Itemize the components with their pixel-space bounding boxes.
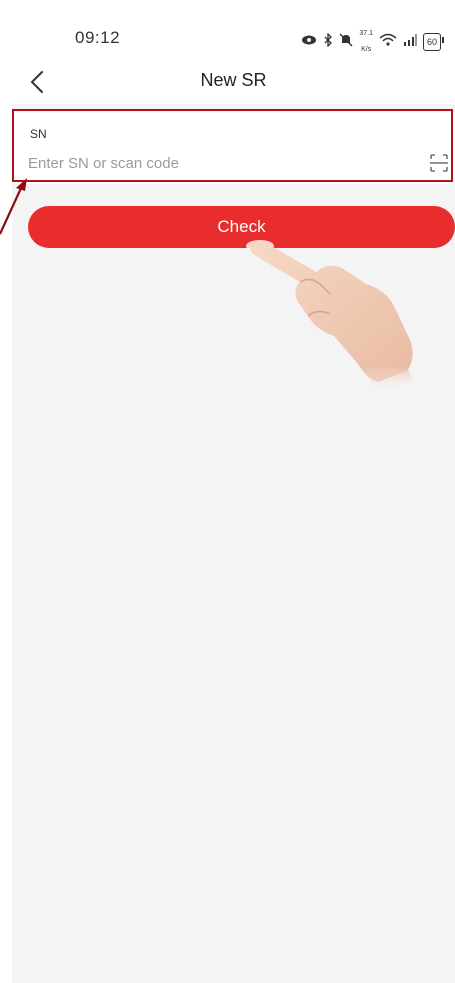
bluetooth-icon bbox=[323, 32, 333, 51]
mute-icon bbox=[339, 33, 353, 51]
wifi-icon bbox=[379, 33, 397, 51]
nav-bar: New SR bbox=[12, 58, 455, 104]
app-screen: 09:12 37.1 K/s 60 New SR SN Enter SN or … bbox=[12, 0, 455, 983]
page: 09:12 37.1 K/s 60 New SR SN Enter SN or … bbox=[0, 0, 455, 983]
check-button[interactable]: Check bbox=[28, 206, 455, 248]
status-time: 09:12 bbox=[75, 28, 121, 47]
status-icons: 37.1 K/s 60 bbox=[301, 26, 445, 58]
network-speed-unit: K/s bbox=[361, 46, 372, 53]
network-speed-value: 37.1 bbox=[359, 30, 373, 37]
signal-icon bbox=[403, 34, 417, 50]
battery-level: 60 bbox=[426, 37, 437, 47]
sn-field-label: SN bbox=[30, 127, 47, 141]
sn-input[interactable] bbox=[28, 150, 398, 176]
page-title: New SR bbox=[200, 70, 267, 90]
sn-field-card: SN bbox=[12, 112, 455, 184]
status-bar: 09:12 37.1 K/s 60 bbox=[12, 0, 455, 58]
eye-icon bbox=[301, 34, 317, 50]
scan-icon[interactable] bbox=[429, 153, 449, 173]
network-speed: 37.1 K/s bbox=[359, 26, 373, 58]
battery-icon: 60 bbox=[422, 33, 445, 51]
